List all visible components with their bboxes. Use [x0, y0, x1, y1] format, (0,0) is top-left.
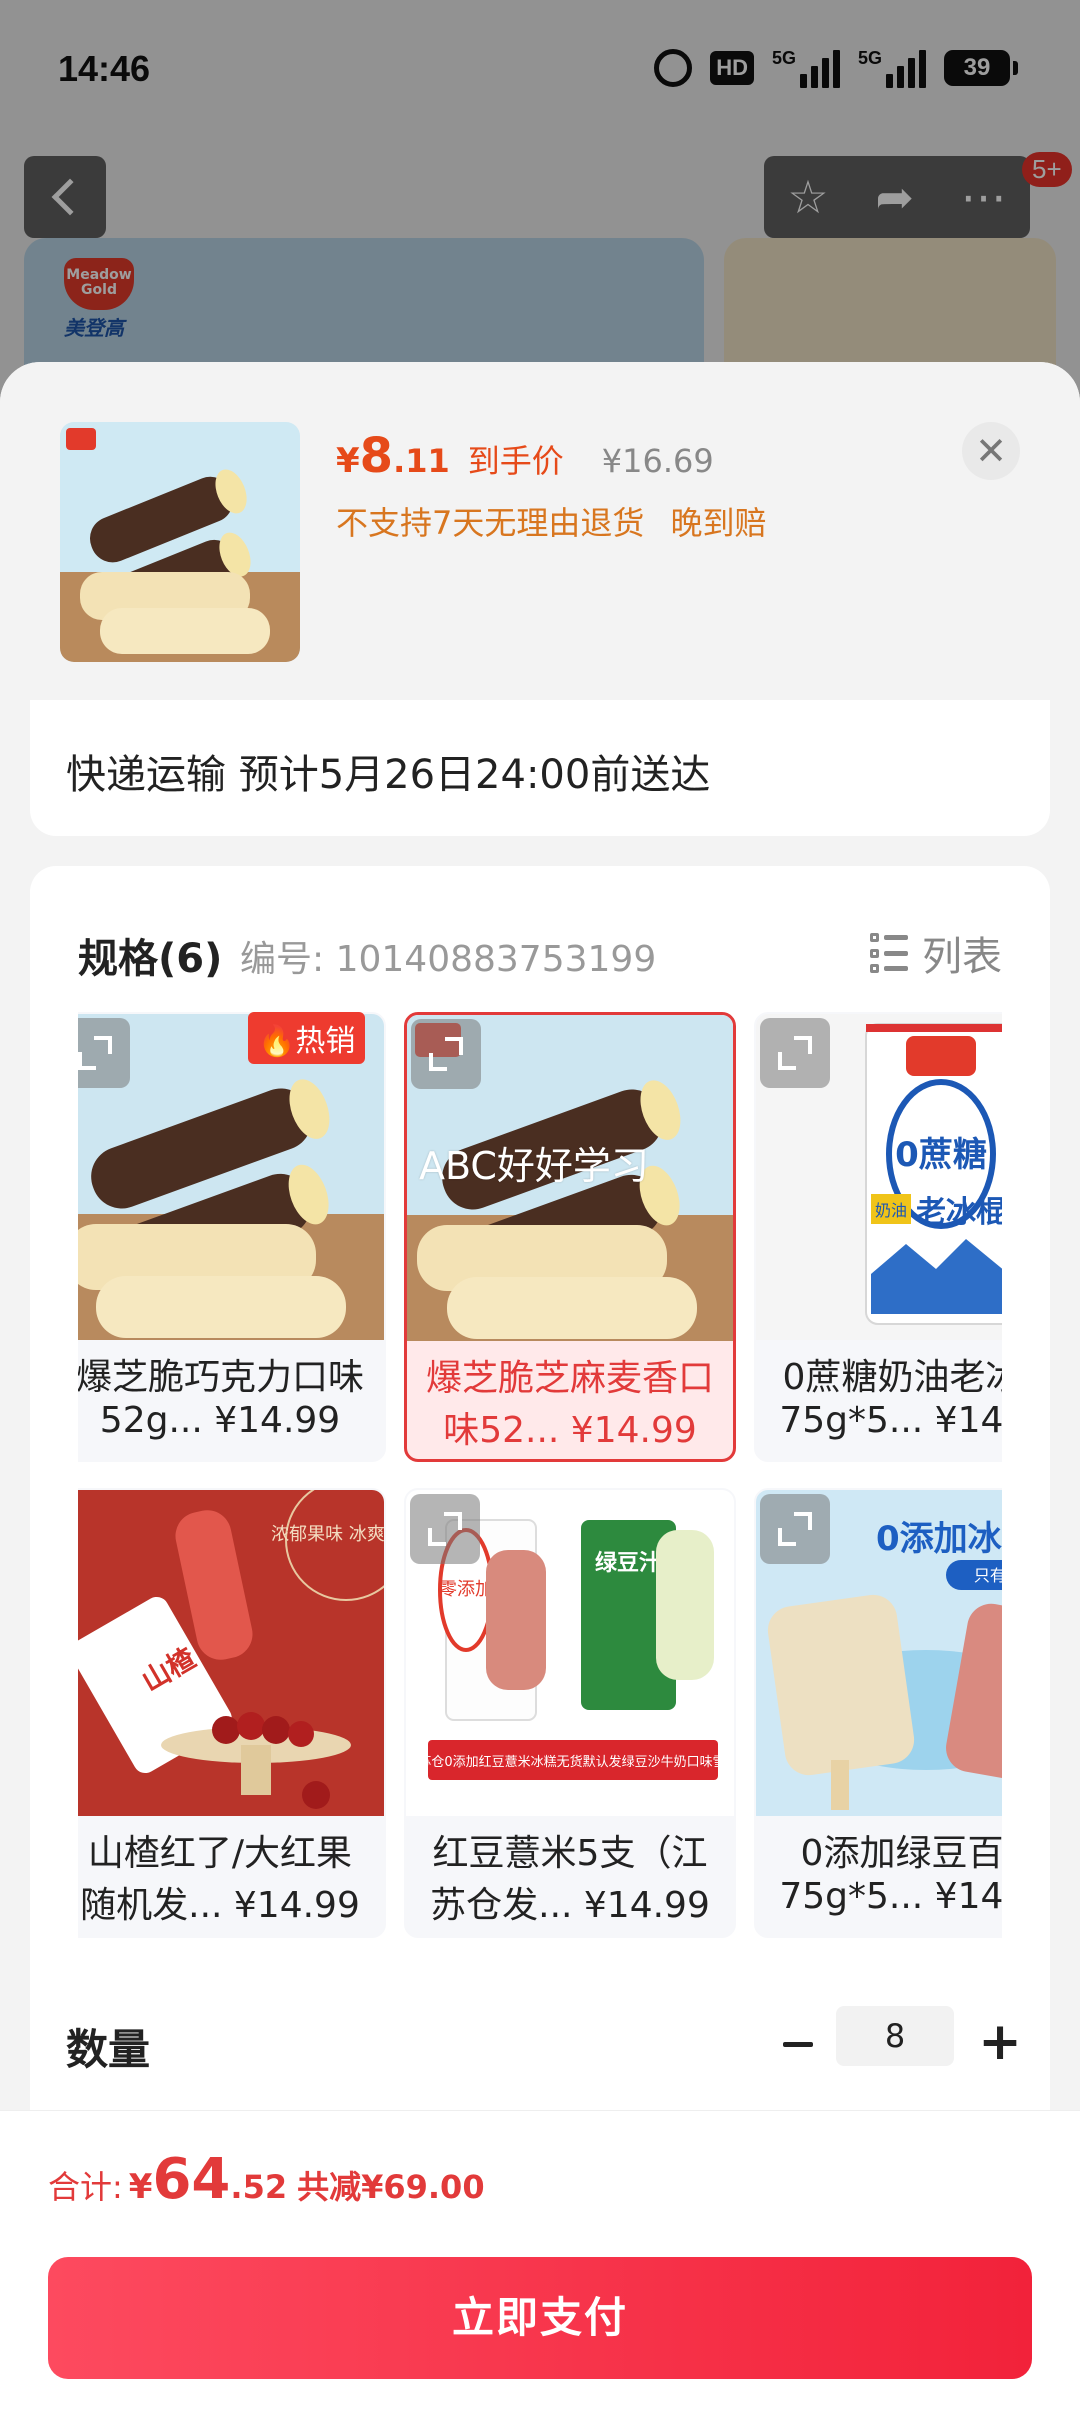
total-decimal: .52: [230, 2168, 288, 2206]
total-price: 合计: ¥ 64 .52 共减¥69.00: [48, 2147, 485, 2212]
spec-option-image: 浓郁果味 冰爽一夏 山楂: [78, 1490, 384, 1816]
spec-option-price: 随机发... ¥14.99: [80, 1885, 360, 1926]
spec-option-name: 山楂红了/大红果: [87, 1833, 353, 1874]
service-notice: 不支持7天无理由退货 晚到赔: [336, 498, 767, 544]
spec-option-redbean[interactable]: 零添加 绿豆汁 江苏仓0添加红豆薏米冰糕无货默认发绿豆沙牛奶口味雪糕 红豆薏米5…: [404, 1488, 736, 1938]
spec-option-name: 0蔗糖奶油老冰棍: [782, 1357, 1002, 1398]
total-integer: 64: [152, 2147, 231, 2212]
expand-icon[interactable]: [411, 1019, 481, 1089]
quantity-decrease-button[interactable]: [770, 2016, 826, 2072]
spec-option-name: 爆芝脆芝麻麦香口: [425, 1358, 714, 1399]
quantity-input[interactable]: 8: [836, 2006, 954, 2066]
late-compensation-notice: 晚到赔: [670, 504, 767, 542]
no-return-notice: 不支持7天无理由退货: [336, 504, 645, 542]
expand-icon[interactable]: [760, 1494, 830, 1564]
spec-option-price: 75g*5... ¥14.99: [779, 1876, 1002, 1917]
spec-option-sesame-selected[interactable]: ABC好好学习 爆芝脆芝麻麦香口 味52... ¥14.99: [404, 1012, 736, 1462]
spec-title: 规格(6): [78, 936, 223, 982]
close-icon: ✕: [975, 429, 1007, 473]
list-label: 列表: [922, 934, 1002, 980]
product-code: 编号: 10140883753199: [240, 939, 657, 980]
spec-option-price: 苏仓发... ¥14.99: [430, 1885, 710, 1926]
watermark-text: ABC好好学习: [419, 1144, 649, 1188]
total-discount: 共减¥69.00: [297, 2168, 485, 2206]
original-price: ¥16.69: [601, 442, 714, 480]
checkout-footer: 合计: ¥ 64 .52 共减¥69.00 立即支付: [0, 2110, 1080, 2412]
sheet-header: ¥ 8 .11 到手价 ¥16.69 不支持7天无理由退货 晚到赔 ✕: [0, 362, 1080, 692]
spec-option-greenbean-lily[interactable]: 0添加冰糕 只有5-6种 0添加绿豆百合 75g*5... ¥14.99: [754, 1488, 1002, 1938]
svg-text:江苏仓0添加红豆薏米冰糕无货默认发绿豆沙牛奶口味雪糕: 江苏仓0添加红豆薏米冰糕无货默认发绿豆沙牛奶口味雪糕: [406, 1754, 734, 1770]
delivery-card: 快递运输 预计5月26日24:00前送达: [30, 700, 1050, 836]
spec-option-zero-sugar[interactable]: 0蔗糖 奶油 老冰棍 0蔗糖奶油老冰棍 75g*5... ¥14.99: [754, 1012, 1002, 1462]
svg-text:零添加: 零添加: [439, 1579, 493, 1600]
final-price-label: 到手价: [467, 442, 564, 480]
price-line: ¥ 8 .11 到手价 ¥16.69: [336, 428, 714, 484]
svg-text:0蔗糖: 0蔗糖: [895, 1135, 987, 1175]
hot-sale-badge: 🔥热销: [248, 1012, 366, 1064]
price-integer: 8: [359, 428, 394, 484]
spec-option-price: 52g... ¥14.99: [99, 1400, 341, 1441]
list-icon: [870, 933, 908, 973]
price-decimal: .11: [393, 442, 450, 480]
expand-icon[interactable]: [410, 1494, 480, 1564]
sku-bottom-sheet: ¥ 8 .11 到手价 ¥16.69 不支持7天无理由退货 晚到赔 ✕ 快递运输…: [0, 362, 1080, 2412]
svg-text:奶油: 奶油: [875, 1201, 907, 1220]
spec-option-name: 0添加绿豆百合: [800, 1833, 1002, 1874]
spec-option-name: 红豆薏米5支（江: [432, 1833, 708, 1874]
total-currency: ¥: [128, 2167, 153, 2207]
pay-now-button[interactable]: 立即支付: [48, 2257, 1032, 2379]
svg-text:浓郁果味 冰爽一夏: 浓郁果味 冰爽一夏: [271, 1524, 384, 1545]
price-currency: ¥: [336, 441, 360, 481]
quantity-label: 数量: [66, 2025, 151, 2074]
svg-text:绿豆汁: 绿豆汁: [595, 1550, 661, 1576]
expand-icon[interactable]: [78, 1018, 130, 1088]
svg-text:只有5-6种: 只有5-6种: [974, 1566, 1002, 1585]
svg-text:老冰棍: 老冰棍: [916, 1195, 1002, 1230]
delivery-estimate: 快递运输 预计5月26日24:00前送达: [66, 752, 711, 798]
list-view-toggle[interactable]: 列表: [870, 924, 1002, 982]
quantity-increase-button[interactable]: +: [972, 2012, 1028, 2072]
spec-option-hawthorn[interactable]: 浓郁果味 冰爽一夏 山楂 山楂红了/大红果 随机发... ¥14.99: [78, 1488, 386, 1938]
spec-option-chocolate[interactable]: 爆芝脆巧克力口味 52g... ¥14.99: [78, 1012, 386, 1462]
total-label: 合计:: [48, 2168, 123, 2206]
svg-text:0添加冰糕: 0添加冰糕: [876, 1519, 1002, 1559]
spec-option-price: 味52... ¥14.99: [443, 1410, 697, 1451]
spec-grid: 爆芝脆巧克力口味 52g... ¥14.99 🔥热销 ABC好好学习 爆芝脆芝麻…: [78, 1012, 1002, 1942]
selected-product-thumbnail[interactable]: [60, 422, 300, 662]
spec-option-price: 75g*5... ¥14.99: [779, 1400, 1002, 1441]
spec-option-name: 爆芝脆巧克力口味: [78, 1357, 364, 1398]
expand-icon[interactable]: [760, 1018, 830, 1088]
close-button[interactable]: ✕: [962, 422, 1020, 480]
